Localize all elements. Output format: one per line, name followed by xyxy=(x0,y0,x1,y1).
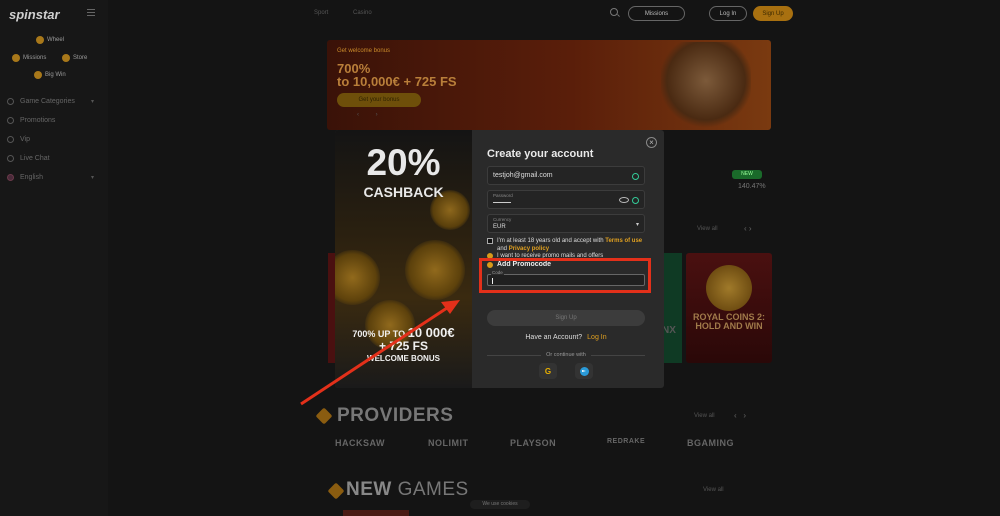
game-card[interactable] xyxy=(343,510,409,516)
welcome-bonus-text: 700% UP TO 10 000€ + 725 FS WELCOME BONU… xyxy=(352,325,455,363)
sidebar-item-live-chat[interactable]: Live Chat xyxy=(0,149,108,168)
banner-pagination[interactable]: ‹ › xyxy=(357,112,378,118)
annotation-highlight-box xyxy=(479,258,651,293)
search-icon[interactable] xyxy=(610,8,618,16)
view-all-link[interactable]: View all xyxy=(703,487,724,493)
cookie-banner[interactable]: We use cookies xyxy=(470,500,530,509)
have-account-row: Have an Account? Log In xyxy=(525,334,607,341)
login-link[interactable]: Log In xyxy=(587,334,606,341)
sidebar-item-language[interactable]: English ▾ xyxy=(0,168,108,187)
promo-panel: 20% CASHBACK 700% UP TO 10 000€ + 725 FS… xyxy=(335,130,472,388)
star-icon xyxy=(327,482,345,500)
provider-logo[interactable]: NOLIMIT xyxy=(428,438,469,448)
chip-store[interactable]: Store xyxy=(62,54,87,62)
chat-icon xyxy=(7,155,14,162)
google-login-button[interactable]: G xyxy=(539,363,557,379)
logo[interactable]: spinstar xyxy=(9,7,60,22)
carousel-arrows[interactable]: ‹ › xyxy=(744,224,752,233)
cube-icon xyxy=(315,407,333,425)
flag-uk-icon xyxy=(7,174,14,181)
coin-image xyxy=(405,240,465,300)
provider-logo[interactable]: HACKSAW xyxy=(335,438,385,448)
grid-icon xyxy=(7,98,14,105)
chip-big-win[interactable]: Big Win xyxy=(34,71,66,79)
chevron-down-icon: ▾ xyxy=(90,99,94,105)
sidebar-item-promotions[interactable]: Promotions xyxy=(0,111,108,130)
google-icon: G xyxy=(544,366,552,376)
password-mask xyxy=(493,202,511,203)
game-card-royal-coins[interactable]: ROYAL COINS 2: HOLD AND WIN xyxy=(686,253,772,363)
provider-logo[interactable]: PLAYSON xyxy=(510,438,556,448)
signup-submit-button[interactable]: Sign Up xyxy=(487,310,645,326)
banner-headline: 700% to 10,000€ + 725 FS xyxy=(337,61,457,89)
sidebar: spinstar Wheel Missions Store Big Win Ga… xyxy=(0,0,108,516)
provider-logo[interactable]: REDRAKE xyxy=(607,438,645,445)
check-circle-icon xyxy=(632,197,639,204)
coin-icon xyxy=(706,265,752,311)
eye-off-icon[interactable] xyxy=(619,197,629,203)
missions-button[interactable]: Missions xyxy=(628,6,685,21)
check-circle-icon xyxy=(632,173,639,180)
banner-label: Get welcome bonus xyxy=(337,48,391,54)
side-nav: Game Categories ▾ Promotions Vip Live Cha… xyxy=(0,92,108,187)
form-title: Create your account xyxy=(487,148,594,160)
signup-button-top[interactable]: Sign Up xyxy=(753,6,793,21)
telegram-icon xyxy=(579,366,589,376)
close-button[interactable]: × xyxy=(646,137,657,148)
coin-image xyxy=(335,250,380,305)
tab-casino[interactable]: Casino xyxy=(353,10,372,16)
wheel-icon xyxy=(36,36,44,44)
login-button[interactable]: Log In xyxy=(709,6,747,21)
or-continue-divider: Or continue with xyxy=(487,351,645,359)
menu-icon[interactable] xyxy=(87,9,95,16)
chip-wheel[interactable]: Wheel xyxy=(36,36,64,44)
chevron-down-icon: ▾ xyxy=(90,175,94,181)
terms-link[interactable]: Terms of use xyxy=(605,238,642,244)
age-checkbox[interactable] xyxy=(487,238,493,244)
missions-icon xyxy=(12,54,20,62)
password-field[interactable]: Password xyxy=(487,190,645,209)
sidebar-item-game-categories[interactable]: Game Categories ▾ xyxy=(0,92,108,111)
topbar: Sport Casino xyxy=(108,0,1000,28)
email-field[interactable]: testjoh@gmail.com xyxy=(487,166,645,185)
crown-icon xyxy=(7,136,14,143)
cashback-label: CASHBACK xyxy=(363,184,444,200)
get-bonus-button[interactable]: Get your bonus xyxy=(337,93,421,107)
chevron-down-icon: ▾ xyxy=(635,222,639,228)
tab-sport[interactable]: Sport xyxy=(314,10,328,16)
trophy-icon xyxy=(34,71,42,79)
new-badge: NEW xyxy=(732,170,762,179)
game-card-text: NX xyxy=(662,325,676,336)
carousel-arrows[interactable]: ‹ › xyxy=(734,411,746,420)
game-card[interactable] xyxy=(664,253,682,363)
view-all-link[interactable]: View all xyxy=(694,413,715,419)
welcome-banner: Get welcome bonus 700% to 10,000€ + 725 … xyxy=(327,40,771,130)
new-games-title: NEW GAMES xyxy=(346,479,469,500)
providers-title: PROVIDERS xyxy=(337,405,454,426)
gift-icon xyxy=(7,117,14,124)
telegram-login-button[interactable] xyxy=(575,363,593,379)
currency-select[interactable]: Currency EUR ▾ xyxy=(487,214,645,233)
sidebar-item-vip[interactable]: Vip xyxy=(0,130,108,149)
age-terms-checkbox-row[interactable]: I'm at least 18 years old and accept wit… xyxy=(487,237,642,253)
chip-missions[interactable]: Missions xyxy=(12,54,46,62)
rate-value: 140.47% xyxy=(738,183,766,190)
view-all-link[interactable]: View all xyxy=(697,226,718,232)
store-icon xyxy=(62,54,70,62)
provider-logo[interactable]: BGAMING xyxy=(687,438,734,448)
cashback-percent: 20% xyxy=(366,142,441,183)
zeus-illustration xyxy=(661,42,751,128)
